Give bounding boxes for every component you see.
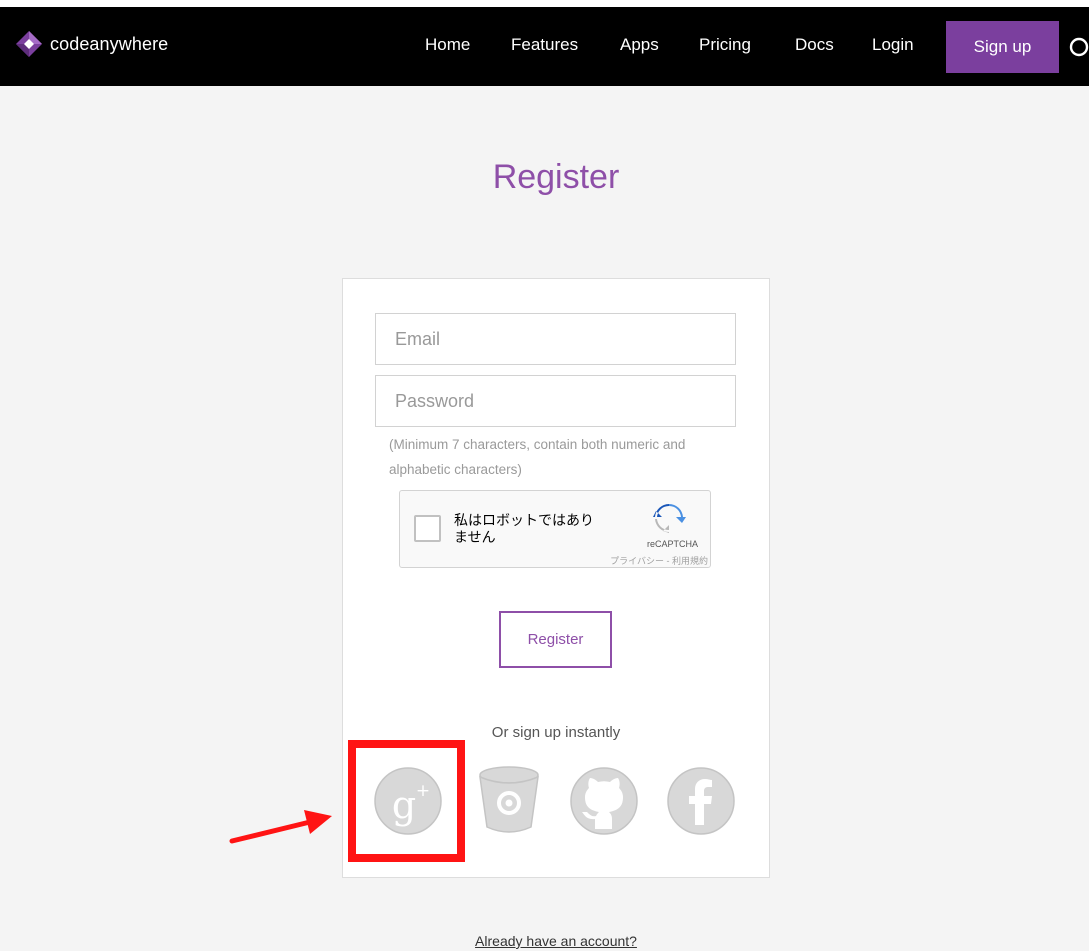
captcha-checkbox[interactable] [414, 515, 441, 542]
search-icon[interactable] [1069, 37, 1089, 59]
diamond-logo-icon [16, 31, 42, 57]
captcha-label: 私はロボットではありません [454, 512, 594, 545]
page-title: Register [492, 158, 620, 196]
register-button[interactable]: Register [499, 611, 612, 668]
bitbucket-button[interactable] [474, 765, 544, 837]
annotation-arrow-icon [229, 810, 332, 844]
login-link[interactable]: Already have an account? [0, 933, 1089, 949]
social-prompt: Or sign up instantly [491, 724, 621, 741]
bitbucket-icon [479, 766, 539, 833]
highlight-box [348, 740, 465, 862]
captcha-links[interactable]: プライバシー - 利用規約 [610, 554, 708, 567]
nav-login[interactable]: Login [872, 35, 914, 55]
nav-pricing[interactable]: Pricing [699, 35, 751, 55]
password-field[interactable] [375, 375, 736, 427]
facebook-icon [667, 767, 735, 835]
signup-button[interactable]: Sign up [946, 21, 1059, 73]
nav-home[interactable]: Home [425, 35, 470, 55]
nav-docs[interactable]: Docs [795, 35, 834, 55]
captcha-brand: reCAPTCHA [646, 539, 698, 549]
nav-features[interactable]: Features [511, 35, 578, 55]
recaptcha-widget: 私はロボットではありません reCAPTCHA プライバシー - 利用規約 [399, 490, 711, 568]
email-field[interactable] [375, 313, 736, 365]
top-strip [0, 0, 1089, 7]
nav-apps[interactable]: Apps [620, 35, 659, 55]
facebook-button[interactable] [666, 765, 736, 837]
github-icon [570, 767, 638, 835]
brand-name: codeanywhere [50, 33, 169, 54]
navbar: codeanywhere Home Features Apps Pricing … [0, 7, 1089, 86]
brand-logo[interactable]: codeanywhere [14, 29, 168, 59]
recaptcha-logo-icon [653, 503, 686, 533]
password-hint: (Minimum 7 characters, contain both nume… [389, 437, 686, 477]
github-button[interactable] [569, 765, 639, 837]
